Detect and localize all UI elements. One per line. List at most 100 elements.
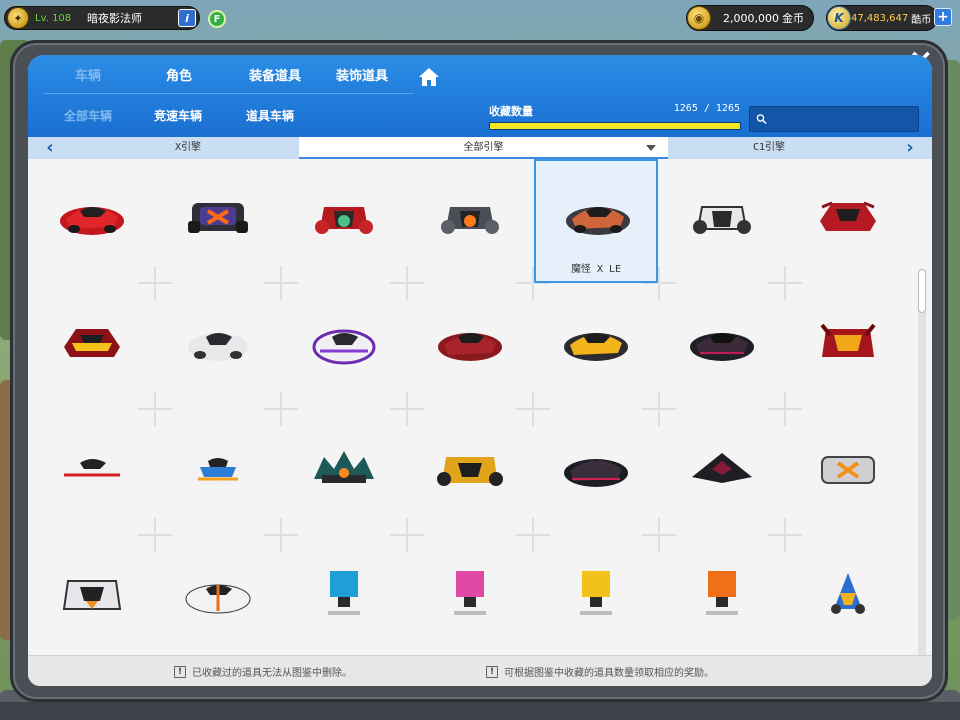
- vehicle-cell-selected[interactable]: 魔怪 X LE: [534, 159, 658, 283]
- vehicle-cell[interactable]: [534, 413, 658, 537]
- grid-scrollbar[interactable]: [918, 269, 926, 686]
- sports-car-icon: [438, 333, 502, 361]
- vehicle-cell[interactable]: [786, 413, 910, 537]
- vehicle-cell[interactable]: [156, 539, 280, 663]
- k-unit: 酷币: [911, 14, 932, 26]
- engine-filter-value: 全部引擎: [463, 142, 504, 153]
- k-coin-icon: K: [827, 6, 851, 30]
- vehicle-cell[interactable]: [786, 539, 910, 663]
- robot-car-icon: [831, 573, 865, 614]
- vehicle-cell[interactable]: [30, 161, 154, 285]
- vehicle-cell[interactable]: [156, 287, 280, 411]
- vehicle-grid: 魔怪 X LE: [28, 159, 932, 686]
- player-level: Lv. 108: [35, 12, 72, 24]
- main-tabs-divider: [44, 93, 414, 94]
- armored-car-icon: [821, 456, 875, 484]
- sports-car-icon: [690, 333, 754, 361]
- armored-car-icon: [188, 203, 248, 233]
- engine-filter-dropdown[interactable]: 全部引擎: [299, 137, 668, 159]
- kart-car-icon: [62, 580, 122, 610]
- vehicle-cell[interactable]: [660, 161, 784, 285]
- vehicle-cell[interactable]: [408, 161, 532, 285]
- collection-progress-fill: [490, 123, 740, 129]
- vehicle-cell[interactable]: [156, 413, 280, 537]
- sports-car-icon: [64, 329, 120, 357]
- sports-car-icon: [564, 333, 628, 361]
- panel-footer: ! 已收藏过的道具无法从图鉴中删除。 ! 可根据图鉴中收藏的道具数量领取相应的奖…: [28, 655, 932, 686]
- badge-item-icon: [706, 571, 738, 615]
- tab-equipment[interactable]: 装备道具: [226, 63, 324, 91]
- vehicle-cell[interactable]: [30, 413, 154, 537]
- vehicle-cell[interactable]: [534, 539, 658, 663]
- main-tabs: 车辆 角色 装备道具 装饰道具: [28, 63, 448, 91]
- kart-car-icon: [441, 207, 499, 234]
- badge-item-icon: [454, 571, 486, 615]
- search-input[interactable]: [767, 108, 918, 130]
- badge-item-icon: [328, 571, 360, 615]
- warning-icon: !: [174, 665, 186, 678]
- selected-item-name: 魔怪 X LE: [570, 264, 622, 275]
- tab-vehicles[interactable]: 车辆: [44, 63, 132, 91]
- rank-badge-icon: ✦: [7, 7, 29, 29]
- k-currency: K 47,483,647 酷币: [826, 5, 938, 31]
- add-currency-button[interactable]: +: [934, 8, 952, 26]
- gold-unit: 金币: [781, 12, 804, 25]
- vehicle-cell[interactable]: [156, 161, 280, 285]
- player-info-bar: ✦ Lv. 108 暗夜影法师: [4, 6, 200, 30]
- vehicle-cell[interactable]: [660, 539, 784, 663]
- filter-next-option[interactable]: C1引擎: [669, 137, 869, 159]
- spiked-car-icon: [314, 451, 374, 483]
- vehicle-cell[interactable]: [660, 413, 784, 537]
- player-name: 暗夜影法师: [87, 12, 142, 25]
- tab-characters[interactable]: 角色: [132, 63, 226, 91]
- sports-car-icon: [60, 207, 124, 235]
- collection-panel: 车辆 角色 装备道具 装饰道具 全部车辆 竞速车辆 道具车辆 收藏数量 1265…: [28, 55, 932, 686]
- vehicle-cell[interactable]: [786, 287, 910, 411]
- vehicle-cell[interactable]: [408, 539, 532, 663]
- tab-decorations[interactable]: 装饰道具: [318, 63, 406, 91]
- vehicle-cell[interactable]: [660, 287, 784, 411]
- search-box[interactable]: [749, 106, 919, 132]
- info-button[interactable]: i: [178, 9, 196, 27]
- warning-icon: !: [486, 665, 498, 678]
- footer-note-2-text: 可根据图鉴中收藏的道具数量领取相应的奖励。: [504, 668, 714, 679]
- k-amount: 47,483,647: [851, 12, 909, 24]
- sports-car-icon: [564, 459, 628, 487]
- jet-car-icon: [692, 453, 752, 483]
- vehicle-cell[interactable]: [30, 287, 154, 411]
- collection-count: 1265 / 1265: [673, 103, 740, 114]
- chevron-left-icon[interactable]: ‹: [40, 137, 60, 159]
- scrollbar-thumb[interactable]: [918, 269, 926, 313]
- search-icon: [756, 114, 767, 124]
- kart-car-icon: [693, 206, 751, 234]
- chevron-down-icon: [646, 145, 656, 151]
- tab-all-vehicles[interactable]: 全部车辆: [48, 103, 128, 129]
- filter-prev-option[interactable]: X引擎: [88, 137, 288, 159]
- kart-car-icon: [315, 207, 373, 234]
- vehicle-cell[interactable]: [534, 287, 658, 411]
- collection-count-label: 收藏数量: [489, 105, 533, 118]
- vehicle-cell[interactable]: [282, 413, 406, 537]
- collection-progress-bar: [489, 122, 741, 130]
- footer-note-2: ! 可根据图鉴中收藏的道具数量领取相应的奖励。: [486, 664, 714, 679]
- gold-amount: 2,000,000: [723, 11, 779, 25]
- vehicle-cell[interactable]: [408, 413, 532, 537]
- tab-item-vehicles[interactable]: 道具车辆: [230, 103, 310, 129]
- sports-car-icon: [185, 584, 251, 614]
- kart-car-icon: [437, 457, 503, 486]
- vehicle-cell[interactable]: [282, 161, 406, 285]
- sports-car-icon: [312, 329, 376, 365]
- home-icon[interactable]: [414, 63, 444, 91]
- friend-button[interactable]: F: [208, 10, 226, 28]
- vehicle-cell[interactable]: [282, 539, 406, 663]
- vehicle-cell[interactable]: [30, 539, 154, 663]
- badge-item-icon: [580, 571, 612, 615]
- bottom-toolbar-strip: [0, 702, 960, 720]
- footer-note-1-text: 已收藏过的道具无法从图鉴中删除。: [192, 668, 352, 679]
- panel-header: 车辆 角色 装备道具 装饰道具 全部车辆 竞速车辆 道具车辆 收藏数量 1265…: [28, 55, 932, 137]
- vehicle-cell[interactable]: [786, 161, 910, 285]
- chevron-right-icon[interactable]: ›: [900, 137, 920, 159]
- tab-racing-vehicles[interactable]: 竞速车辆: [138, 103, 218, 129]
- vehicle-cell[interactable]: [282, 287, 406, 411]
- vehicle-cell[interactable]: [408, 287, 532, 411]
